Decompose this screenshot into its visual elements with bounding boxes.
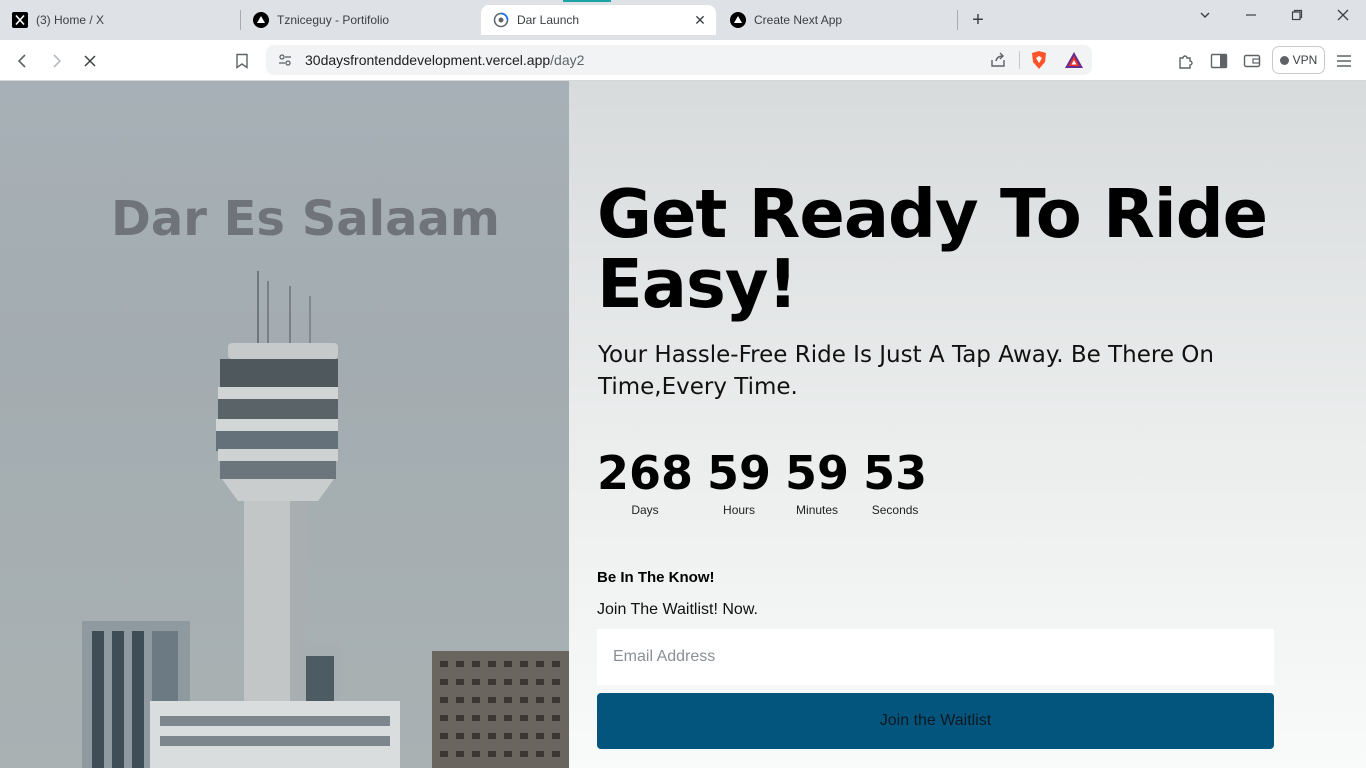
tab-x-home[interactable]: (3) Home / X: [0, 5, 240, 35]
countdown-value: 268: [597, 446, 694, 500]
tab-loading-indicator: [563, 0, 611, 2]
site-settings-icon[interactable]: [277, 52, 293, 73]
countdown-value: 59: [785, 446, 850, 500]
page-headline: Get Ready To Ride Easy!: [597, 175, 1268, 323]
tower-illustration: [82, 271, 569, 768]
launch-panel: Get Ready To Ride Easy! Your Hassle-Free…: [569, 81, 1366, 768]
minimize-icon[interactable]: [1228, 0, 1274, 30]
email-input[interactable]: [597, 629, 1274, 685]
join-waitlist-button[interactable]: Join the Waitlist: [597, 693, 1274, 749]
menu-icon[interactable]: [1331, 48, 1357, 74]
vpn-button[interactable]: VPN: [1272, 46, 1325, 74]
know-title: Be In The Know!: [597, 569, 715, 586]
countdown-label: Days: [631, 503, 659, 517]
back-button[interactable]: [10, 48, 36, 74]
close-tab-icon[interactable]: ✕: [692, 12, 708, 28]
restore-icon[interactable]: [1274, 0, 1320, 30]
vpn-status-icon: [1279, 55, 1289, 65]
sidebar-toggle-icon[interactable]: [1206, 48, 1232, 74]
countdown-hours: 59 Hours: [707, 447, 771, 517]
countdown-value: 59: [707, 446, 772, 500]
tab-separator: [957, 10, 958, 30]
page-subline: Your Hassle-Free Ride Is Just A Tap Away…: [598, 342, 1214, 400]
url-path: /day2: [550, 52, 585, 68]
browser-toolbar: 30daysfrontenddevelopment.vercel.app/day…: [0, 40, 1366, 81]
brave-shields-icon[interactable]: [1030, 50, 1048, 75]
countdown-label: Minutes: [796, 503, 839, 517]
url-text: 30daysfrontenddevelopment.vercel.app/day…: [305, 52, 584, 68]
countdown-timer: 268 Days 59 Hours 59 Minutes 53 Seconds: [597, 447, 927, 517]
omnibox-divider: [1019, 51, 1020, 69]
vercel-triangle-icon: [730, 12, 746, 28]
hero-image-tower: Dar Es Salaam: [0, 81, 569, 768]
x-logo-icon: [12, 12, 28, 28]
countdown-label: Seconds: [871, 503, 919, 517]
tab-dar-launch[interactable]: Dar Launch ✕: [481, 5, 716, 35]
tab-title: Create Next App: [754, 13, 843, 27]
bookmark-button[interactable]: [229, 48, 255, 74]
brave-rewards-icon[interactable]: [1064, 51, 1084, 74]
tab-title: Dar Launch: [517, 13, 580, 27]
stop-loading-button[interactable]: [77, 48, 103, 74]
extensions-icon[interactable]: [1173, 48, 1199, 74]
tab-strip: (3) Home / X Tzniceguy - Portifolio Dar …: [0, 0, 1366, 40]
countdown-label: Hours: [723, 503, 756, 517]
close-window-icon[interactable]: [1320, 0, 1366, 30]
page-content: Dar Es Salaam Get Ready To Ride Easy! Yo…: [0, 81, 1366, 768]
countdown-seconds: 53 Seconds: [863, 447, 927, 517]
city-title: Dar Es Salaam: [111, 191, 500, 247]
loading-globe-icon: [493, 12, 509, 28]
tab-create-next-app[interactable]: Create Next App: [718, 5, 956, 35]
countdown-days: 268 Days: [597, 447, 693, 517]
waitlist-text: Join The Waitlist! Now.: [597, 601, 758, 618]
vpn-label: VPN: [1292, 53, 1318, 67]
tab-portfolio[interactable]: Tzniceguy - Portifolio: [241, 5, 479, 35]
countdown-minutes: 59 Minutes: [785, 447, 849, 517]
forward-button[interactable]: [43, 48, 69, 74]
tab-title: (3) Home / X: [36, 13, 105, 27]
share-icon[interactable]: [989, 51, 1007, 74]
url-host: 30daysfrontenddevelopment.vercel.app: [305, 52, 551, 68]
vercel-triangle-icon: [253, 12, 269, 28]
new-tab-button[interactable]: +: [966, 8, 990, 32]
tab-title: Tzniceguy - Portifolio: [277, 13, 390, 27]
address-bar[interactable]: 30daysfrontenddevelopment.vercel.app/day…: [266, 45, 1092, 75]
countdown-value: 53: [863, 446, 928, 500]
tab-search-chevron-icon[interactable]: [1182, 0, 1228, 30]
wallet-icon[interactable]: [1239, 48, 1265, 74]
